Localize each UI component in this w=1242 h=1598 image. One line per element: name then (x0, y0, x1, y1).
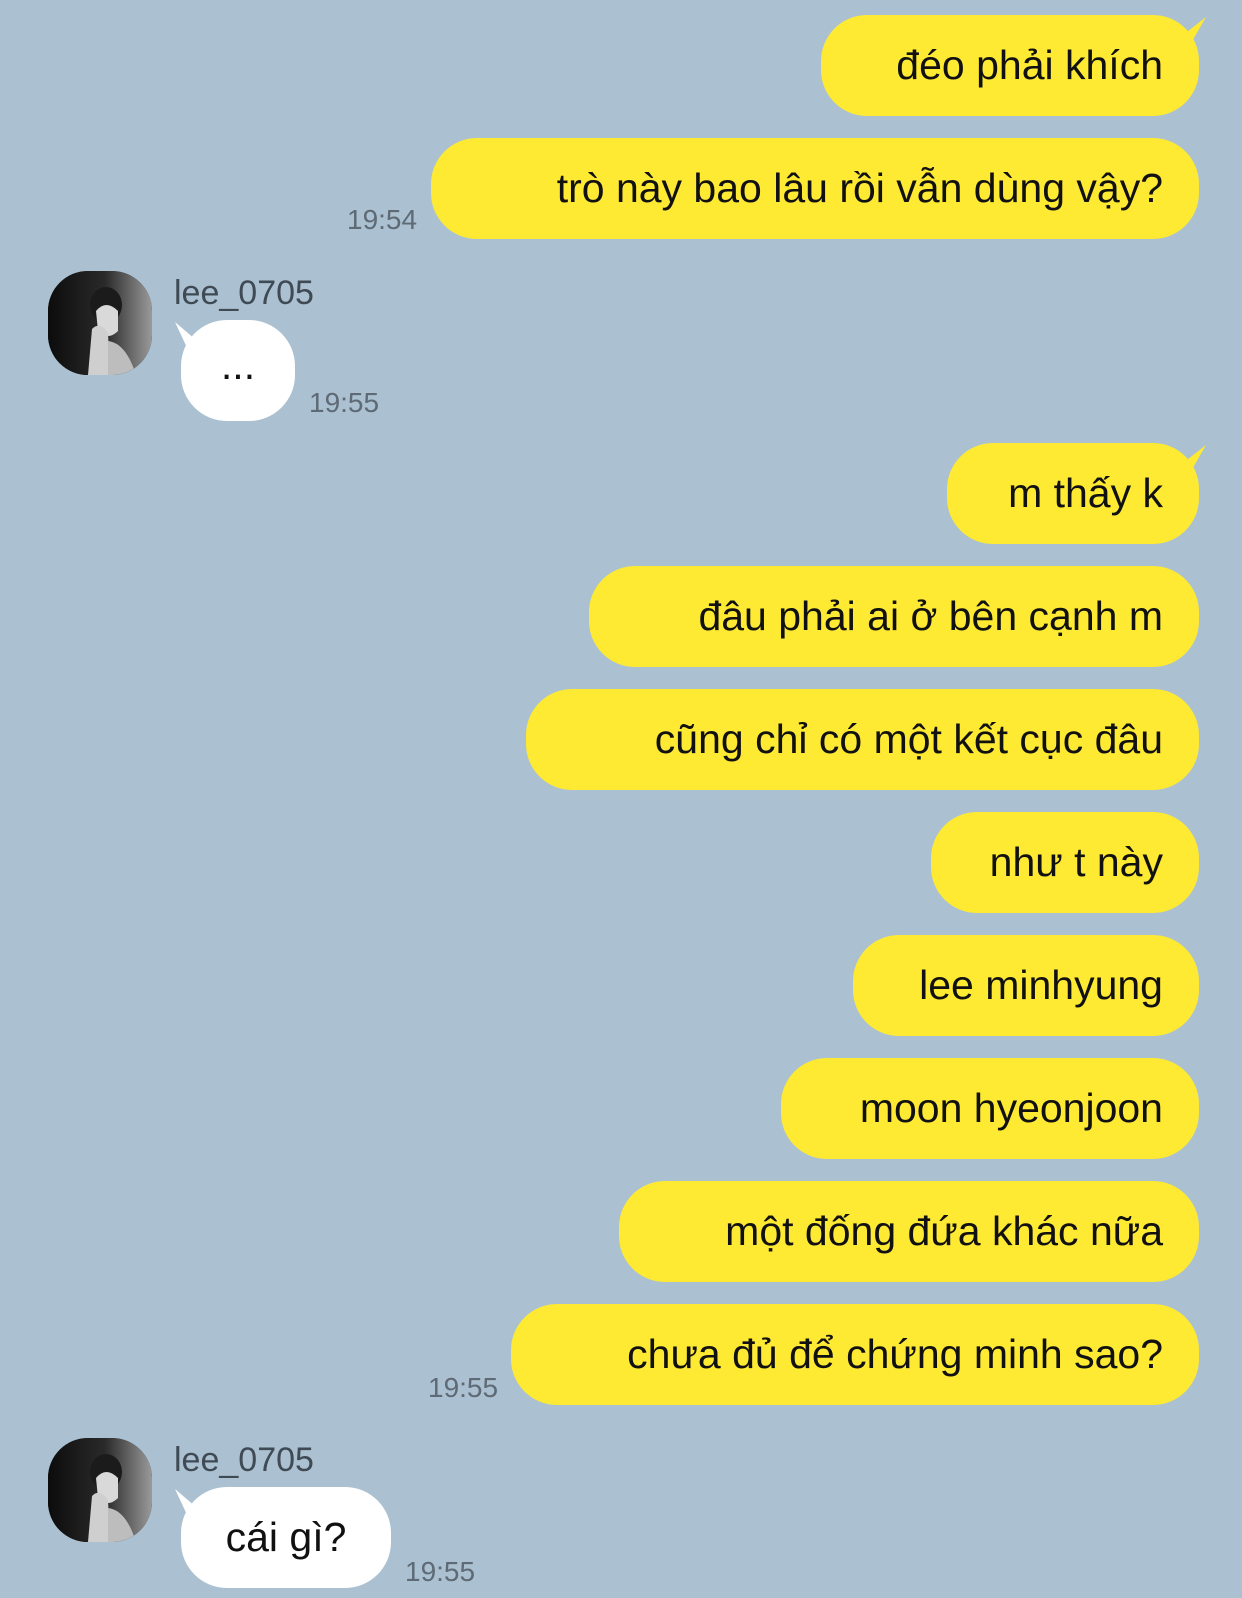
profile-photo-avatar (48, 271, 152, 375)
message-bubble-sent[interactable]: trò này bao lâu rồi vẫn dùng vậy? (431, 138, 1199, 239)
message-timestamp: 19:55 (405, 1556, 476, 1587)
message-bubble-sent[interactable]: cũng chỉ có một kết cục đâu (526, 689, 1199, 790)
profile-photo-avatar (48, 1438, 152, 1542)
message-timestamp: 19:55 (309, 387, 380, 418)
message-bubble-sent[interactable]: như t này (931, 812, 1199, 913)
sender-name: lee_0705 (174, 274, 314, 312)
message-bubble-sent[interactable]: một đống đứa khác nữa (619, 1181, 1199, 1282)
sender-name: lee_0705 (174, 1441, 314, 1479)
message-bubble-sent[interactable]: moon hyeonjoon (781, 1058, 1199, 1159)
message-bubble-sent[interactable]: đâu phải ai ở bên cạnh m (589, 566, 1199, 667)
message-timestamp: 19:54 (347, 204, 418, 235)
message-bubble-received[interactable]: cái gì? (181, 1487, 391, 1588)
message-bubble-sent[interactable]: đéo phải khích (821, 15, 1199, 116)
message-bubble-received[interactable]: ... (181, 320, 295, 421)
message-bubble-sent[interactable]: m thấy k (947, 443, 1199, 544)
message-bubble-sent[interactable]: chưa đủ để chứng minh sao? (511, 1304, 1199, 1405)
message-timestamp: 19:55 (428, 1372, 499, 1403)
avatar[interactable] (48, 1438, 152, 1542)
avatar[interactable] (48, 271, 152, 375)
message-bubble-sent[interactable]: lee minhyung (853, 935, 1199, 1036)
